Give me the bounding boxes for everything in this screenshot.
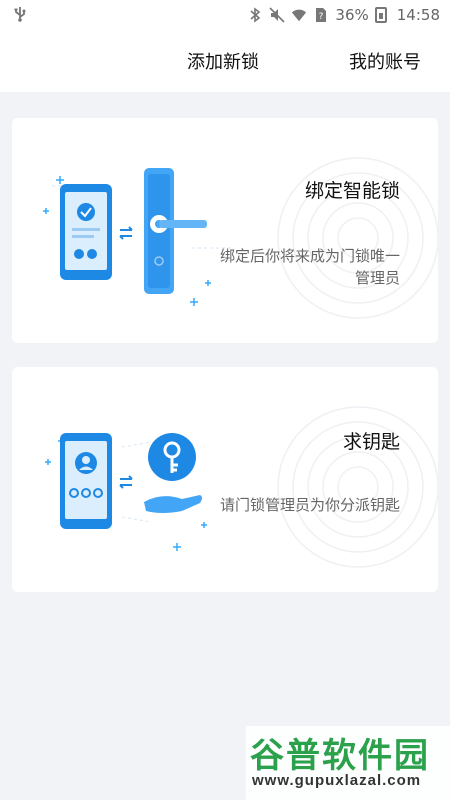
battery-percent: 36%: [335, 6, 369, 24]
watermark-brand: 谷普软件园: [250, 737, 430, 775]
request-key-title: 求钥匙: [342, 432, 400, 453]
tab-add-new-lock[interactable]: 添加新锁: [187, 48, 259, 74]
bluetooth-icon: [247, 7, 263, 23]
svg-text:?: ?: [319, 12, 324, 22]
phone-and-door-lock-illustration: [43, 168, 232, 306]
sim-unknown-icon: ?: [313, 7, 329, 23]
request-key-card[interactable]: 求钥匙 请门锁管理员为你分派钥匙: [12, 367, 438, 592]
bind-lock-card[interactable]: 绑定智能锁 绑定后你将来成为门锁唯一管理员: [12, 118, 438, 343]
watermark-url: www.gupuxlazal.com: [252, 772, 422, 789]
bind-lock-title: 绑定智能锁: [304, 181, 400, 202]
wifi-icon: [291, 7, 307, 23]
top-bar: 添加新锁 我的账号: [0, 30, 450, 92]
phone-and-key-illustration: [45, 433, 207, 551]
battery-icon: [374, 7, 387, 23]
site-watermark: 谷普软件园 www.gupuxlazal.com: [246, 726, 450, 800]
usb-icon: [12, 6, 28, 22]
status-bar: ? 36% 14:58: [0, 0, 450, 30]
clock: 14:58: [396, 6, 440, 24]
request-key-description: 请门锁管理员为你分派钥匙: [219, 497, 400, 514]
mute-icon: [269, 7, 285, 23]
bind-lock-description: 绑定后你将来成为门锁唯一管理员: [219, 248, 400, 287]
tab-my-account[interactable]: 我的账号: [349, 48, 421, 74]
